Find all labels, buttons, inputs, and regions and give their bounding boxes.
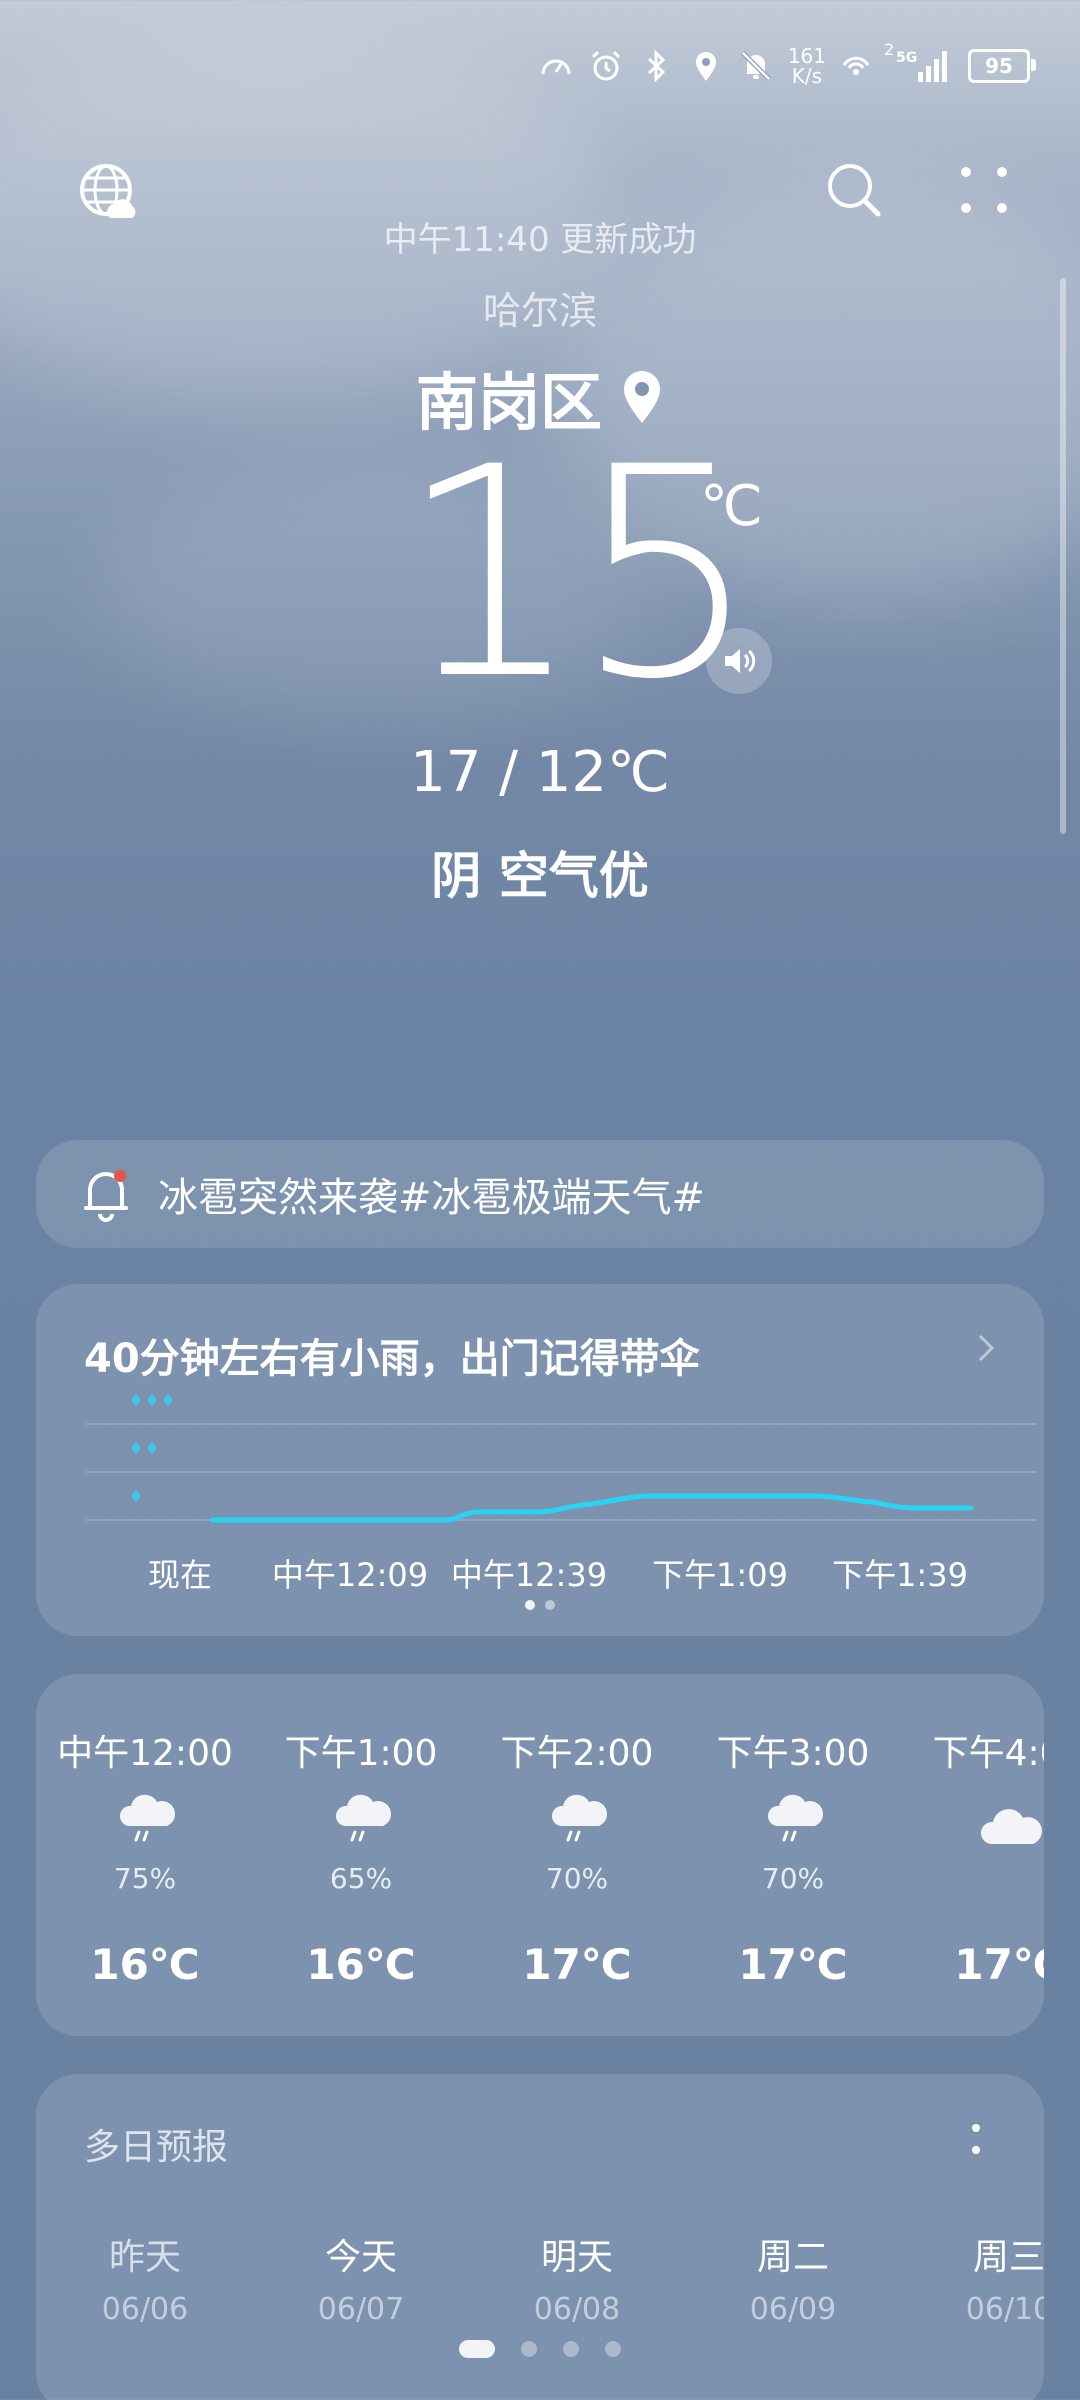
page-dot — [545, 1600, 555, 1610]
rain-cloud-icon — [119, 1794, 175, 1842]
more-options-icon[interactable] — [972, 2120, 980, 2160]
update-status: 中午11:40 更新成功 — [383, 220, 697, 260]
day-date: 06/07 — [317, 2292, 405, 2327]
net-speed: 161 K/s — [787, 44, 826, 88]
weather-alert-card[interactable]: 冰雹突然来袭#冰雹极端天气# — [36, 1140, 1044, 1248]
rain-forecast-title: 40分钟左右有小雨，出门记得带伞 — [84, 1336, 700, 1382]
rain-cloud-icon — [335, 1794, 391, 1842]
rain-cloud-icon — [767, 1794, 823, 1842]
hour-temperature: 17℃ — [738, 1940, 848, 1989]
city-name: 哈尔滨 — [482, 289, 597, 333]
day-label: 今天 — [324, 2237, 397, 2278]
precip-chance: 70% — [545, 1862, 609, 1895]
rain-time-axis: 现在 中午12:09 中午12:39 下午1:09 下午1:39 — [36, 1550, 1044, 1594]
current-temperature: 15 — [398, 406, 759, 743]
hour-time: 下午4:00 — [932, 1733, 1044, 1774]
precip-chance: 70% — [761, 1862, 825, 1895]
hourly-forecast-card[interactable]: 中午12:00 75% 16℃ 下午1:00 65% 16℃ 下午2:00 70… — [36, 1674, 1044, 2036]
hour-time: 下午1:00 — [284, 1733, 438, 1774]
hour-temperature: 17℃ — [522, 1940, 632, 1989]
signal-bars-icon — [918, 51, 947, 82]
day-date: 06/08 — [533, 2292, 621, 2327]
cloud-icon — [980, 1809, 1042, 1844]
hour-time: 下午3:00 — [716, 1733, 870, 1774]
hour-time: 下午2:00 — [500, 1733, 654, 1774]
day-date: 06/06 — [101, 2292, 189, 2327]
light-rain-drop-icon — [132, 1491, 140, 1501]
day-label: 昨天 — [108, 2237, 181, 2278]
day-label: 周二 — [756, 2237, 829, 2278]
status-bar: 161 K/s 2 5G 95 — [538, 38, 1036, 94]
voice-broadcast-button[interactable] — [706, 628, 772, 694]
hotspot-icon — [842, 56, 870, 75]
weather-condition: 阴 空气优 — [431, 847, 649, 905]
rain-axis-label: 下午1:39 — [832, 1556, 968, 1594]
day-label: 周三 — [972, 2237, 1044, 2278]
page-dot[interactable] — [563, 2341, 579, 2357]
rain-intensity-line — [209, 1493, 974, 1523]
page-dot[interactable] — [521, 2341, 537, 2357]
page-dot — [525, 1600, 535, 1610]
precip-chance: 65% — [329, 1862, 393, 1895]
rain-axis-label: 中午12:09 — [271, 1556, 429, 1594]
alarm-icon — [591, 50, 620, 81]
hour-temperature: 16℃ — [306, 1940, 416, 1989]
rain-forecast-card[interactable]: 40分钟左右有小雨，出门记得带伞 现在 中午12:09 中午12:39 下午1:… — [36, 1284, 1044, 1636]
city-page-indicator[interactable] — [0, 2340, 1080, 2358]
rain-axis-label: 下午1:09 — [652, 1556, 788, 1594]
bluetooth-icon — [647, 49, 665, 83]
day-date: 06/10 — [965, 2292, 1044, 2327]
alert-text: 冰雹突然来袭#冰雹极端天气# — [158, 1175, 706, 1221]
card-page-indicator — [36, 1600, 1044, 1610]
heavy-rain-drops-icon — [132, 1395, 172, 1405]
temperature-unit: ℃ — [700, 474, 763, 539]
hour-time: 中午12:00 — [57, 1733, 233, 1774]
speedometer-icon — [541, 59, 571, 75]
more-menu-icon[interactable] — [956, 160, 1012, 220]
page-dot-active[interactable] — [459, 2340, 495, 2358]
hour-temperature: 17℃ — [954, 1940, 1044, 1989]
speaker-icon — [725, 649, 756, 673]
high-low-temperature: 17 / 12℃ — [410, 740, 670, 805]
signal-strength: 2 5G — [884, 40, 954, 86]
rain-axis-label: 中午12:39 — [450, 1556, 608, 1594]
hour-temperature: 16℃ — [90, 1940, 200, 1989]
location-icon — [695, 52, 716, 81]
day-date: 06/09 — [749, 2292, 837, 2327]
battery-indicator: 95 — [968, 49, 1036, 83]
rain-cloud-icon — [551, 1794, 607, 1842]
bell-icon — [84, 1170, 128, 1222]
rain-axis-label: 现在 — [147, 1556, 213, 1594]
search-icon[interactable] — [824, 160, 884, 220]
multi-day-title: 多日预报 — [84, 2127, 229, 2168]
mute-bell-icon — [741, 51, 771, 81]
precip-chance: 75% — [113, 1862, 177, 1895]
moderate-rain-drops-icon — [132, 1443, 156, 1453]
scrollbar[interactable] — [1060, 278, 1066, 834]
day-label: 明天 — [540, 2237, 613, 2278]
chevron-right-icon[interactable] — [974, 1330, 998, 1366]
rain-intensity-chart — [86, 1395, 1036, 1523]
page-dot[interactable] — [605, 2341, 621, 2357]
